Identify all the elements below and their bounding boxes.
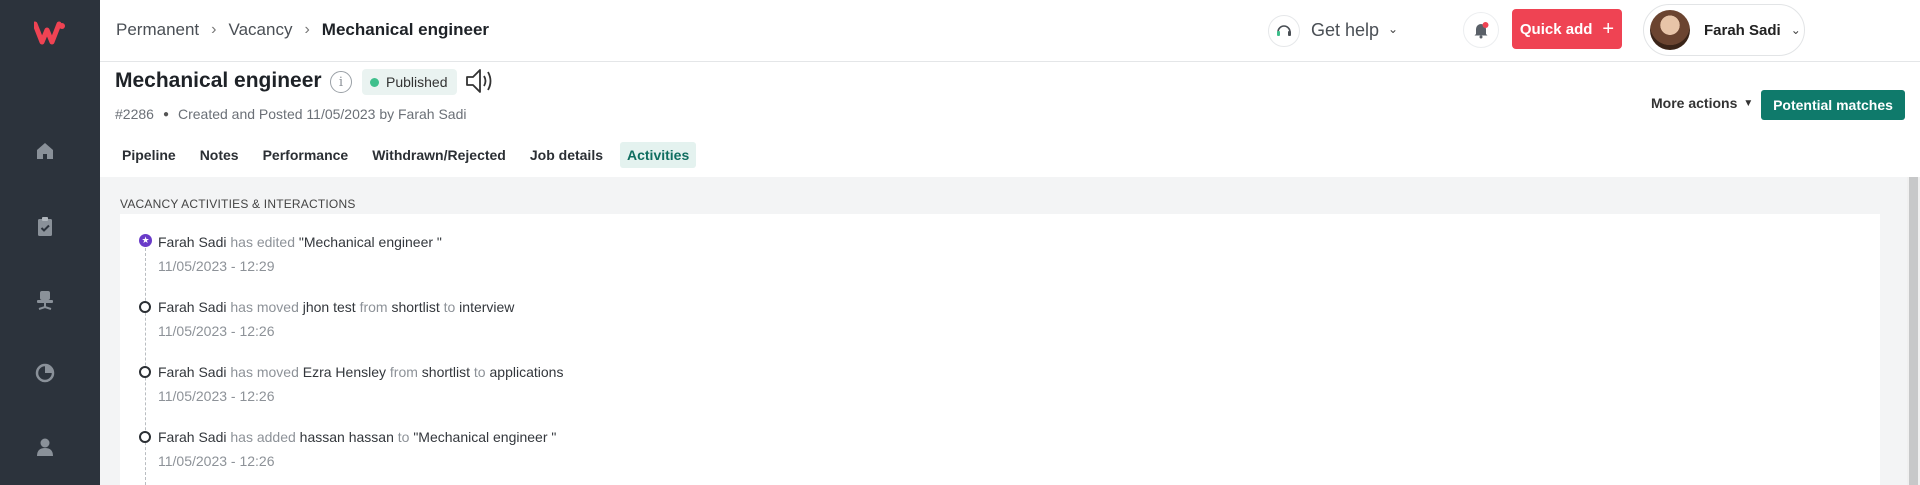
plus-icon: + bbox=[1602, 17, 1615, 40]
circle-icon bbox=[139, 301, 151, 313]
sidebar bbox=[0, 0, 100, 485]
status-dot bbox=[370, 77, 379, 87]
activity-to-word: to bbox=[397, 429, 410, 445]
activity-actor[interactable]: Farah Sadi bbox=[158, 429, 226, 445]
activity-text: Farah Sadi has added hassan hassan to "M… bbox=[158, 429, 556, 445]
potential-matches-button[interactable]: Potential matches bbox=[1761, 90, 1905, 120]
activity-to-word: to bbox=[443, 299, 456, 315]
vacancy-id: #2286 bbox=[115, 106, 154, 122]
breadcrumb: Permanent › Vacancy › Mechanical enginee… bbox=[116, 20, 489, 40]
get-help-button[interactable]: Get help bbox=[1311, 20, 1379, 41]
more-actions-dropdown[interactable]: More actions ▼ bbox=[1651, 95, 1753, 111]
chevron-down-icon: ⌄ bbox=[1790, 23, 1801, 37]
activity-time: 11/05/2023 - 12:29 bbox=[158, 258, 275, 274]
vacancy-meta: #2286 ● Created and Posted 11/05/2023 by… bbox=[115, 106, 466, 122]
brand-logo-icon[interactable] bbox=[34, 20, 66, 46]
breadcrumb-vacancy[interactable]: Vacancy bbox=[229, 20, 293, 40]
list-item: Farah Sadi has edited "Mechanical engine… bbox=[158, 234, 442, 274]
activity-from: shortlist bbox=[421, 364, 471, 380]
tab-bar: Pipeline Notes Performance Withdrawn/Rej… bbox=[115, 142, 706, 168]
activity-text: Farah Sadi has edited "Mechanical engine… bbox=[158, 234, 442, 250]
pie-chart-icon[interactable] bbox=[34, 362, 56, 384]
activity-target[interactable]: hassan hassan bbox=[300, 429, 394, 445]
bell-icon[interactable] bbox=[1463, 12, 1499, 48]
activity-from-word: from bbox=[359, 299, 388, 315]
page-title: Mechanical engineer bbox=[115, 69, 322, 92]
tab-performance[interactable]: Performance bbox=[256, 142, 356, 168]
clipboard-check-icon[interactable] bbox=[34, 215, 56, 237]
activity-verb: has edited bbox=[230, 234, 295, 250]
more-actions-label: More actions bbox=[1651, 95, 1738, 111]
list-item: Farah Sadi has moved Ezra Hensley from s… bbox=[158, 364, 563, 404]
breadcrumb-current: Mechanical engineer bbox=[321, 20, 490, 39]
activity-from-word: from bbox=[389, 364, 418, 380]
office-chair-icon[interactable] bbox=[34, 289, 56, 311]
list-item: Farah Sadi has moved jhon test from shor… bbox=[158, 299, 514, 339]
chevron-right-icon: › bbox=[304, 21, 310, 38]
activity-target[interactable]: Ezra Hensley bbox=[303, 364, 386, 380]
user-name: Farah Sadi bbox=[1704, 21, 1781, 39]
activity-actor[interactable]: Farah Sadi bbox=[158, 234, 226, 250]
activity-text: Farah Sadi has moved Ezra Hensley from s… bbox=[158, 364, 563, 380]
breadcrumb-permanent[interactable]: Permanent bbox=[116, 20, 199, 40]
list-item: Farah Sadi has added hassan hassan to "M… bbox=[158, 429, 556, 469]
tab-notes[interactable]: Notes bbox=[193, 142, 246, 168]
tab-job-details[interactable]: Job details bbox=[523, 142, 610, 168]
activity-time: 11/05/2023 - 12:26 bbox=[158, 453, 275, 469]
scrollbar-thumb[interactable] bbox=[1909, 177, 1918, 485]
activity-verb: has added bbox=[230, 429, 296, 445]
people-icon[interactable] bbox=[34, 436, 56, 458]
tab-pipeline[interactable]: Pipeline bbox=[115, 142, 183, 168]
headset-icon[interactable] bbox=[1268, 15, 1300, 47]
circle-icon bbox=[139, 366, 151, 378]
section-title: VACANCY ACTIVITIES & INTERACTIONS bbox=[120, 197, 356, 211]
tab-activities[interactable]: Activities bbox=[620, 142, 697, 168]
activity-to: applications bbox=[489, 364, 564, 380]
quick-add-button[interactable]: Quick add + bbox=[1512, 9, 1622, 49]
avatar bbox=[1650, 10, 1690, 50]
vacancy-created: Created and Posted 11/05/2023 by Farah S… bbox=[177, 106, 467, 122]
user-menu[interactable]: Farah Sadi ⌄ bbox=[1643, 4, 1805, 56]
tab-withdrawn-rejected[interactable]: Withdrawn/Rejected bbox=[365, 142, 513, 168]
activity-actor[interactable]: Farah Sadi bbox=[158, 299, 226, 315]
activity-time: 11/05/2023 - 12:26 bbox=[158, 323, 275, 339]
caret-down-icon: ▼ bbox=[1743, 97, 1754, 109]
activity-verb: has moved bbox=[230, 299, 299, 315]
activity-to-word: to bbox=[473, 364, 486, 380]
activity-text: Farah Sadi has moved jhon test from shor… bbox=[158, 299, 514, 315]
status-label: Published bbox=[386, 74, 448, 90]
status-badge[interactable]: Published bbox=[362, 69, 457, 95]
activity-actor[interactable]: Farah Sadi bbox=[158, 364, 226, 380]
activity-time: 11/05/2023 - 12:26 bbox=[158, 388, 275, 404]
info-icon[interactable]: i bbox=[330, 71, 352, 93]
home-icon[interactable] bbox=[34, 140, 56, 162]
star-icon: ★ bbox=[139, 234, 152, 247]
activity-to: "Mechanical engineer " bbox=[413, 429, 557, 445]
chevron-right-icon: › bbox=[211, 21, 217, 38]
bullet-separator: ● bbox=[162, 108, 169, 120]
quick-add-label: Quick add bbox=[1519, 20, 1593, 38]
activity-target[interactable]: "Mechanical engineer " bbox=[299, 234, 442, 250]
circle-icon bbox=[139, 431, 151, 443]
chevron-down-icon[interactable]: ⌄ bbox=[1388, 22, 1398, 36]
speaker-icon[interactable] bbox=[464, 66, 496, 96]
activity-target[interactable]: jhon test bbox=[303, 299, 356, 315]
activity-verb: has moved bbox=[230, 364, 299, 380]
activity-to: interview bbox=[459, 299, 515, 315]
activity-from: shortlist bbox=[391, 299, 440, 315]
